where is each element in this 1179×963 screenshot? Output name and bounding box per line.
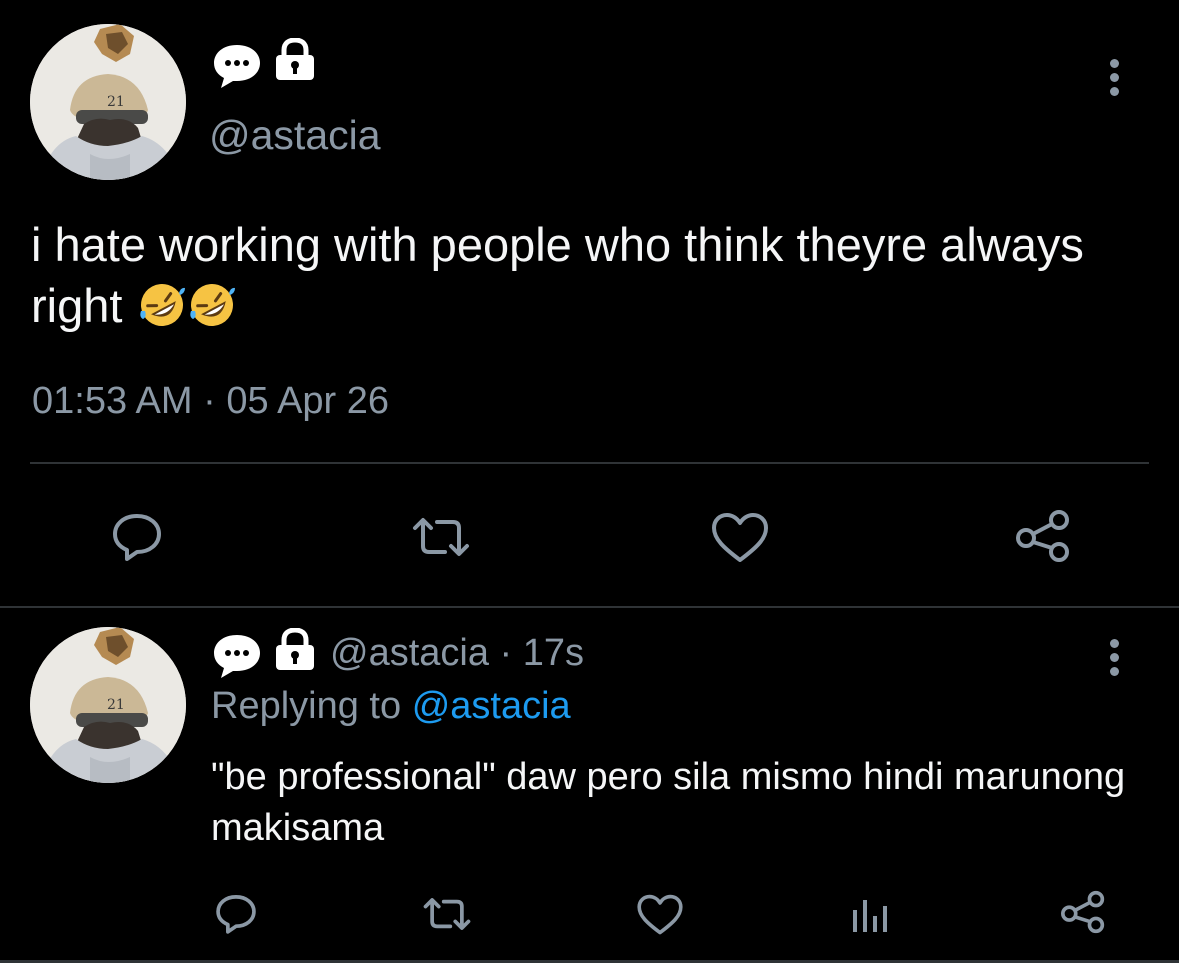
rofl-emoji-icon xyxy=(138,281,186,329)
tweet-date: 05 Apr 26 xyxy=(226,380,390,422)
replying-to-label: Replying to xyxy=(211,685,402,727)
retweet-icon[interactable] xyxy=(422,895,472,938)
avatar[interactable]: 21 xyxy=(30,24,186,180)
more-options-icon[interactable] xyxy=(1110,639,1119,681)
tweet-timestamp: 01:53 AM · 05 Apr 26 xyxy=(32,380,389,423)
rofl-emoji-icon xyxy=(188,281,236,329)
views-icon[interactable] xyxy=(851,896,889,939)
share-icon[interactable] xyxy=(1058,889,1108,940)
chat-bubble-icon xyxy=(211,42,263,95)
author-handle[interactable]: @astacia xyxy=(330,632,489,674)
svg-text:21: 21 xyxy=(107,94,125,110)
chat-bubble-icon xyxy=(211,632,263,685)
avatar-image: 21 xyxy=(30,24,186,180)
author-handle[interactable]: @astacia xyxy=(209,112,381,159)
tweet-age: 17s xyxy=(522,632,585,674)
like-icon[interactable] xyxy=(710,512,770,569)
retweet-icon[interactable] xyxy=(411,514,471,565)
lock-icon xyxy=(272,627,318,677)
reply-icon[interactable] xyxy=(214,893,258,940)
separator: · xyxy=(203,380,216,422)
divider xyxy=(0,606,1179,608)
divider xyxy=(30,462,1149,464)
replying-to: Replying to @astacia xyxy=(211,685,571,728)
avatar[interactable]: 21 xyxy=(30,627,186,783)
tweet-time: 01:53 AM xyxy=(32,380,193,422)
separator: · xyxy=(499,632,513,674)
lock-icon xyxy=(272,37,318,87)
like-icon[interactable] xyxy=(636,894,684,941)
mention-link[interactable]: @astacia xyxy=(412,685,571,727)
tweet-text: i hate working with people who think the… xyxy=(31,214,1151,336)
share-icon[interactable] xyxy=(1012,508,1074,569)
reply-text: "be professional" daw pero sila mismo hi… xyxy=(211,756,1126,849)
reply-icon[interactable] xyxy=(110,512,164,567)
avatar-image: 21 xyxy=(30,627,186,783)
more-options-icon[interactable] xyxy=(1110,59,1119,101)
svg-text:21: 21 xyxy=(107,697,125,713)
reply-header: @astacia · 17s xyxy=(330,632,584,675)
